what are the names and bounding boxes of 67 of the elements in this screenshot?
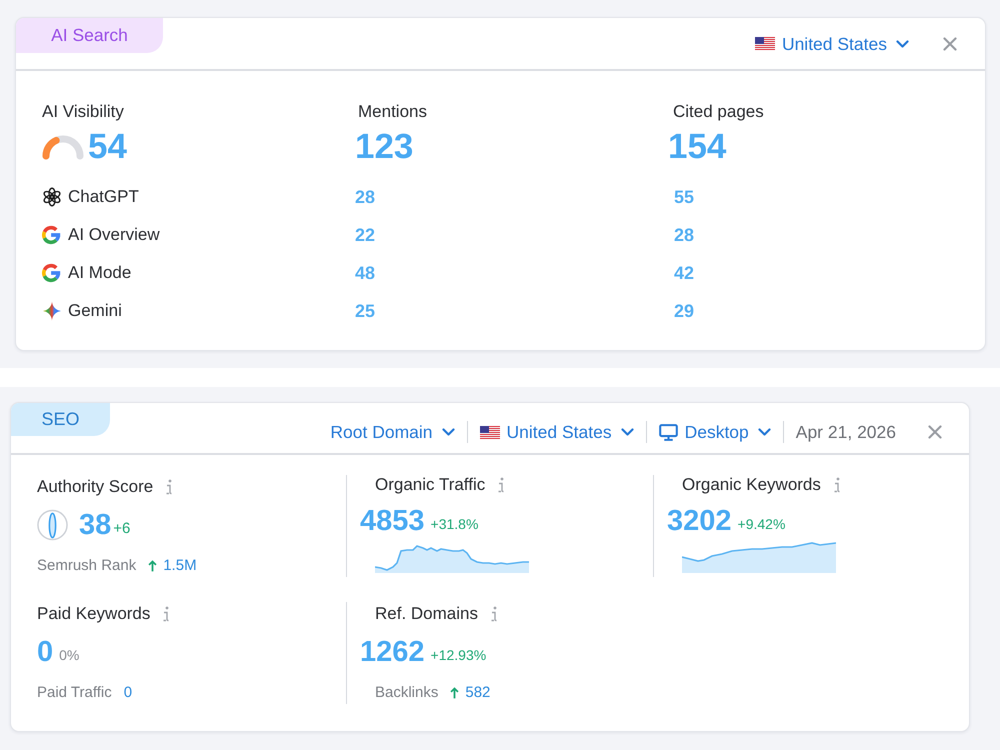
metric-label: Organic Traffic [375,475,486,495]
monitor-icon [658,424,678,440]
metric-value: 3202 [667,504,732,539]
platform-name: AI Overview [68,225,160,245]
summary-label: Mentions [358,101,427,123]
country-dropdown[interactable]: United States [480,420,634,444]
score-ring-icon [37,508,68,542]
platform-name: ChatGPT [68,187,139,207]
mentions-count: 25 [355,300,376,322]
summary-value: 54 [88,126,127,168]
summary-label: Cited pages [673,101,764,123]
info-icon[interactable] [165,479,174,495]
close-icon [928,425,942,439]
metric-label: Ref. Domains [375,604,478,624]
sub-metric-value: 0 [124,684,132,701]
scope-dropdown[interactable]: Root Domain [330,420,455,444]
date-label: Apr 21, 2026 [796,422,896,442]
close-icon [943,36,957,50]
info-icon[interactable] [490,606,498,622]
section-title: AI Search [16,18,163,53]
sparkle-icon [42,301,62,321]
google-g-icon [42,225,62,245]
cited-pages-count: 29 [674,300,694,322]
chevron-down-icon [442,428,455,436]
metric-label: Paid Keywords [37,604,150,624]
mentions-count: 48 [355,262,376,284]
metric-value: 1262 [360,635,425,670]
metric-change: +6 [113,520,130,536]
flag-icon [754,37,775,50]
chevron-down-icon [620,428,634,436]
close-button[interactable] [927,424,943,440]
cited-pages-count: 42 [674,262,694,284]
info-icon[interactable] [497,477,506,493]
info-icon[interactable] [162,606,170,622]
sub-metric-value: 582 [465,684,490,701]
summary-value: 154 [668,126,726,168]
google-g-icon [42,263,62,283]
chatgpt-logo-icon [42,187,62,207]
cited-pages-count: 28 [674,224,694,246]
platform-name: AI Mode [68,263,132,283]
chevron-down-icon [758,428,771,436]
cited-pages-count: 55 [674,186,694,208]
metric-value: 4853 [360,504,425,539]
sub-metric-label: Paid Traffic [37,684,112,701]
metric-value: 38 [79,508,112,543]
summary-value: 123 [355,126,414,168]
metric-label: Authority Score [37,477,154,497]
mentions-count: 28 [355,186,376,208]
platform-name: Gemini [68,301,122,321]
metric-change: +9.42% [738,516,786,532]
metric-label: Organic Keywords [682,475,821,495]
flag-icon [480,426,500,438]
chevron-down-icon [896,40,909,48]
sub-metric-value: 1.5M [163,557,197,574]
section-title: SEO [11,403,110,436]
sub-metric-label: Semrush Rank [37,557,136,574]
metric-change: 0% [59,647,80,663]
summary-label: AI Visibility [42,101,124,123]
close-button[interactable] [942,36,958,52]
metric-value: 0 [37,635,54,670]
mentions-count: 22 [355,224,376,246]
metric-change: +31.8% [430,516,478,532]
country-dropdown[interactable]: United States [754,32,909,56]
metric-change: +12.93% [430,647,486,663]
device-dropdown[interactable]: Desktop [658,420,771,444]
info-icon[interactable] [832,477,841,493]
sub-metric-label: Backlinks [375,684,438,701]
